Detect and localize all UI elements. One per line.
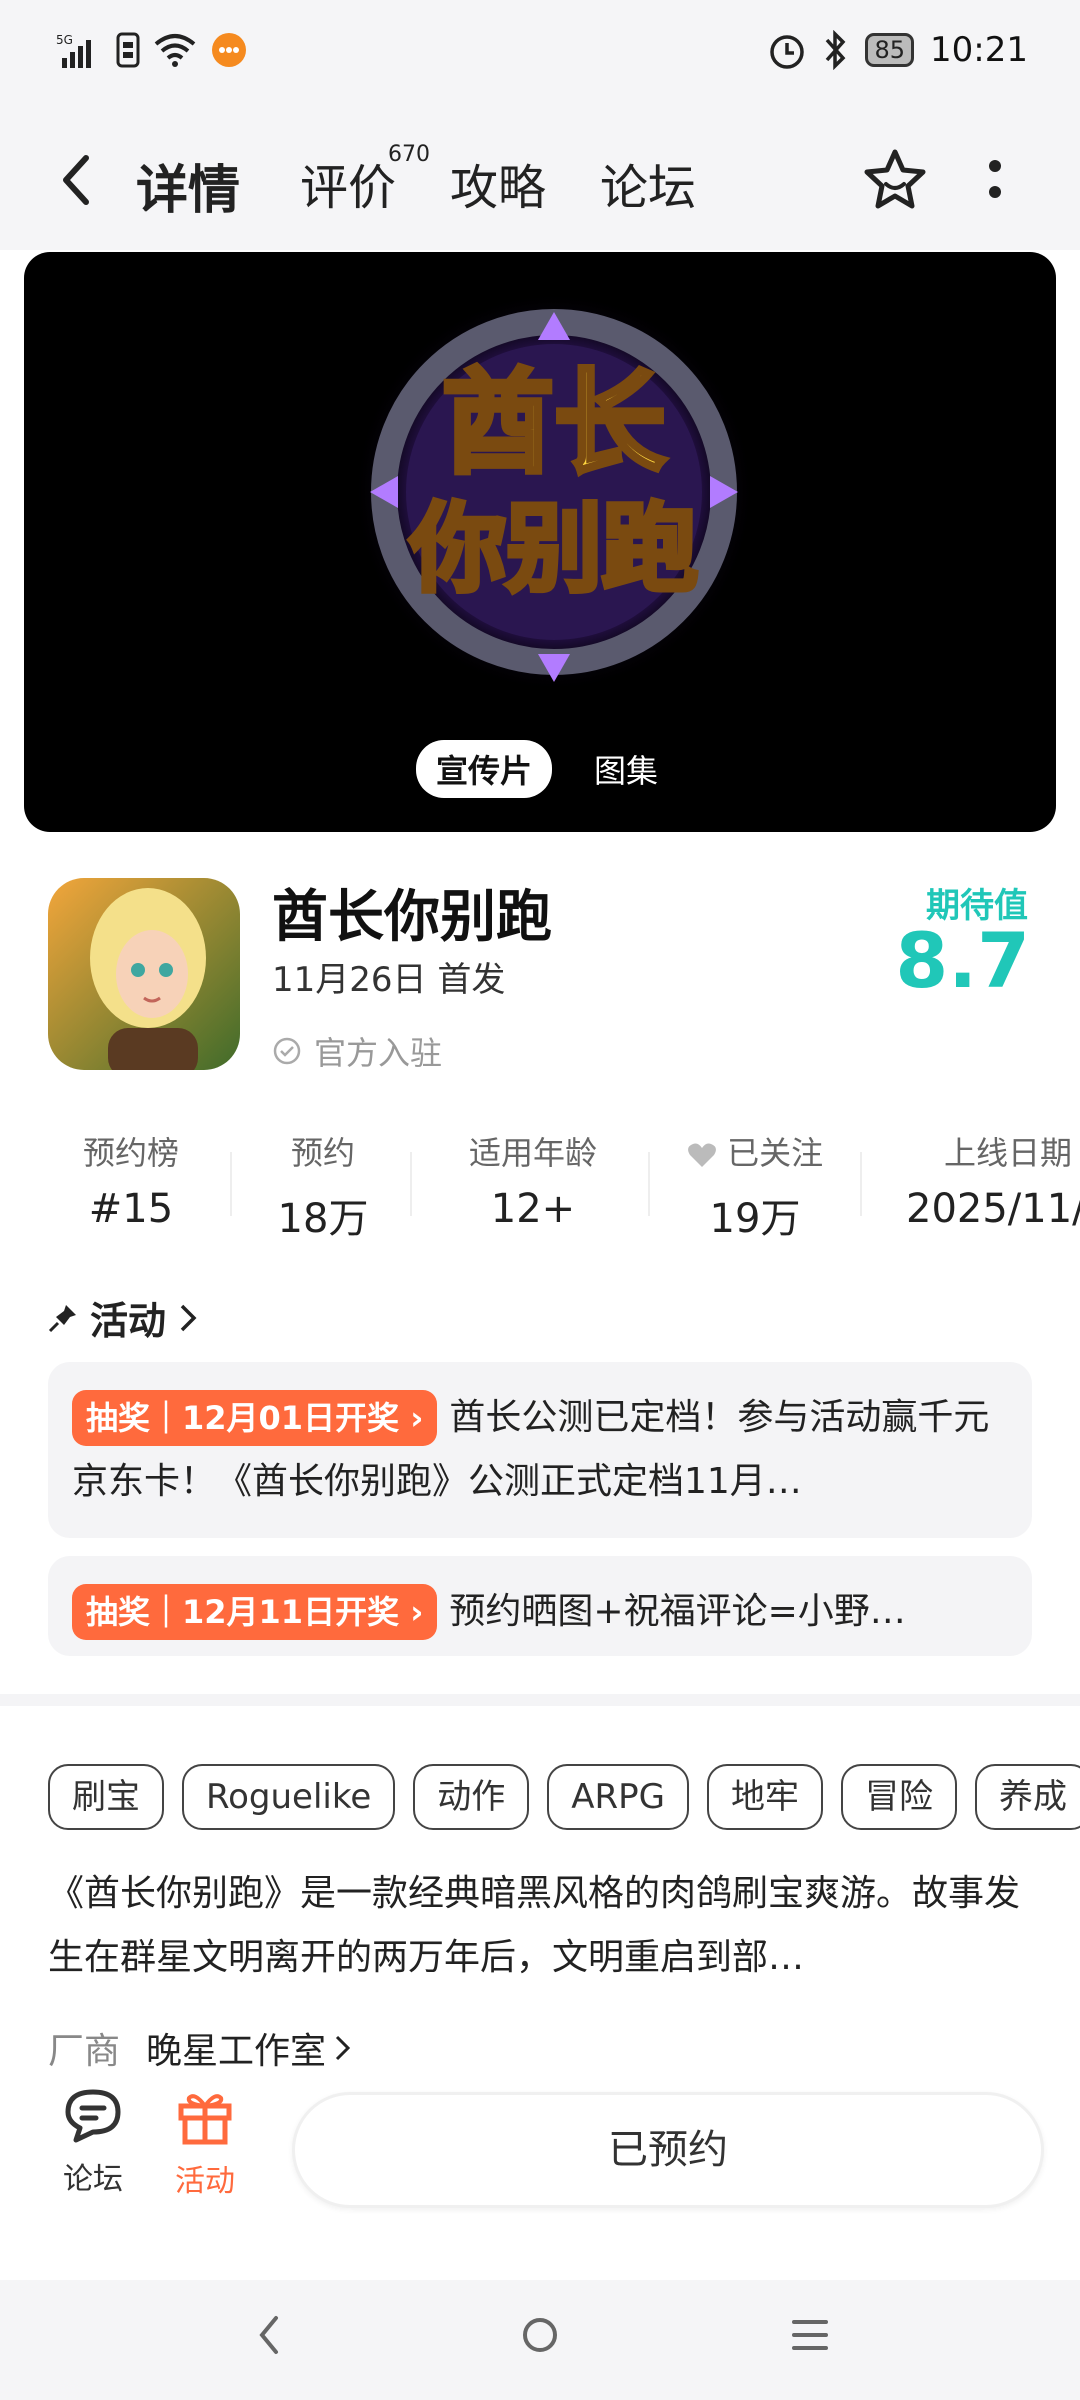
signal-icon: 5G xyxy=(56,33,91,68)
activity-title: 活动 xyxy=(90,1299,167,1343)
tag-item[interactable]: Roguelike xyxy=(182,1764,396,1830)
tab-reviews[interactable]: 评价 xyxy=(300,148,396,218)
vendor-name: 晚星工作室 xyxy=(146,2031,327,2072)
activity-text: 预约晒图+祝福评论=小野… xyxy=(449,1591,906,1632)
activity-card[interactable]: 抽奖｜12月01日开奖 › 酋长公测已定档！参与活动赢千元京东卡！《酋长你别跑》公… xyxy=(48,1362,1032,1538)
official-label: 官方入驻 xyxy=(314,1034,443,1072)
vendor-row[interactable]: 厂商 晚星工作室 xyxy=(48,2022,352,2074)
tab-forum[interactable]: 论坛 xyxy=(600,148,696,218)
chevron-right-icon xyxy=(180,1304,197,1331)
tag-item[interactable]: ARPG xyxy=(547,1764,689,1830)
wifi-icon xyxy=(154,34,196,67)
heart-check-icon xyxy=(687,1143,716,1167)
divider xyxy=(410,1152,412,1216)
alarm-icon xyxy=(770,35,805,69)
clock: 10:21 xyxy=(930,30,1028,70)
verified-check-icon xyxy=(273,1037,301,1065)
stat-followers: 已关注 19万 xyxy=(680,1128,830,1244)
activity-button[interactable]: 活动 xyxy=(150,2088,260,2200)
chevron-right-icon xyxy=(335,2035,351,2061)
official-badge: 官方入驻 xyxy=(272,1028,442,1074)
bluetooth-icon xyxy=(826,30,846,70)
tag-item[interactable]: 冒险 xyxy=(840,1764,957,1830)
expectation-score: 8.7 xyxy=(895,916,1030,1005)
reserved-button[interactable]: 已预约 xyxy=(292,2092,1044,2208)
tab-trailer[interactable]: 宣传片 xyxy=(416,740,553,798)
stats-row: 预约榜 #15 预约 18万 适用年龄 12+ 已关注 19万 上线日期 202… xyxy=(0,1128,1080,1248)
tab-gallery[interactable]: 图集 xyxy=(574,740,678,798)
game-description[interactable]: 《酋长你别跑》是一款经典暗黑风格的肉鸽刷宝爽游。故事发生在群星文明离开的两万年后… xyxy=(48,1862,1038,1990)
reviews-count: 670 xyxy=(388,142,430,167)
lottery-badge: 抽奖｜12月01日开奖 › xyxy=(72,1390,438,1446)
game-title: 酋长你别跑 xyxy=(272,885,552,950)
bottom-action-bar: 论坛 活动 已预约 xyxy=(0,2080,1080,2220)
system-nav-bar xyxy=(0,2280,1080,2400)
game-logo-art: 酋长 你别跑 xyxy=(354,292,754,692)
svg-text:酋长: 酋长 xyxy=(442,359,666,489)
tag-list: 刷宝 Roguelike 动作 ARPG 地牢 冒险 养成 xyxy=(48,1764,1080,1830)
divider xyxy=(230,1152,232,1216)
nav-menu-icon[interactable] xyxy=(792,2310,828,2360)
tab-guides[interactable]: 攻略 xyxy=(450,148,546,218)
pin-icon xyxy=(48,1304,76,1332)
forum-chat-icon xyxy=(65,2089,121,2143)
back-arrow-icon[interactable] xyxy=(56,150,96,210)
lottery-badge: 抽奖｜12月11日开奖 › xyxy=(72,1584,438,1640)
stat-launch-date: 上线日期 2025/11/2 xyxy=(906,1134,1080,1232)
divider xyxy=(860,1152,862,1216)
favorite-star-icon[interactable] xyxy=(862,148,928,212)
svg-text:你别跑: 你别跑 xyxy=(409,493,698,605)
stat-reservations: 预约 18万 xyxy=(277,1134,369,1242)
nav-home-icon[interactable] xyxy=(520,2310,560,2360)
forum-label: 论坛 xyxy=(63,2162,123,2197)
activity-card[interactable]: 抽奖｜12月11日开奖 › 预约晒图+祝福评论=小野… xyxy=(48,1556,1032,1656)
top-nav: 详情 评价 670 攻略 论坛 xyxy=(0,110,1080,250)
sim-icon xyxy=(116,32,140,68)
battery-indicator: 85 xyxy=(865,33,915,67)
tag-item[interactable]: 动作 xyxy=(413,1764,530,1830)
activity-header[interactable]: 活动 xyxy=(48,1290,198,1345)
stat-age-rating[interactable]: 适用年龄 12+ xyxy=(458,1128,608,1232)
status-bar: 5G 85 10:21 xyxy=(0,0,1080,110)
nav-back-icon[interactable] xyxy=(254,2310,284,2360)
divider xyxy=(648,1152,650,1216)
message-app-icon xyxy=(212,33,246,67)
vendor-label: 厂商 xyxy=(48,2031,121,2072)
game-icon[interactable] xyxy=(48,878,240,1070)
tab-details[interactable]: 详情 xyxy=(132,148,245,225)
svg-text:5G: 5G xyxy=(56,33,73,47)
banner-tabs: 宣传片 图集 xyxy=(416,740,678,798)
gift-icon xyxy=(178,2094,232,2145)
stat-reservation-rank[interactable]: 预约榜 #15 xyxy=(76,1128,186,1232)
tag-item[interactable]: 地牢 xyxy=(706,1764,823,1830)
section-divider xyxy=(0,1694,1080,1706)
release-info: 11月26日 首发 xyxy=(272,960,506,1000)
game-icon-art xyxy=(48,878,240,1070)
tag-item[interactable]: 养成 xyxy=(974,1764,1080,1830)
tag-item[interactable]: 刷宝 xyxy=(48,1764,164,1830)
more-options-icon[interactable] xyxy=(988,158,1002,202)
activity-label: 活动 xyxy=(175,2164,235,2199)
forum-button[interactable]: 论坛 xyxy=(38,2088,148,2198)
